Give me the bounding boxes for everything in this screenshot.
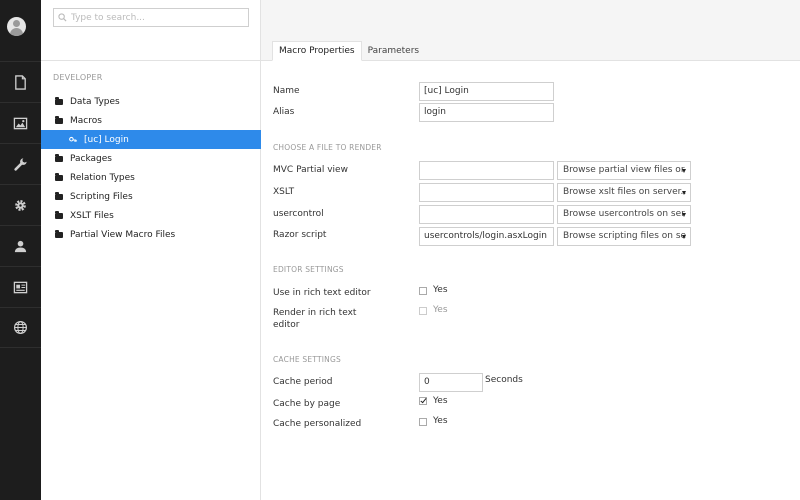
avatar-body [10,28,23,36]
folder-icon [55,115,63,124]
tree-item-partial-view-macro-files[interactable]: Partial View Macro Files [41,225,261,244]
tree-panel: DEVELOPER Data Types Macros [uc] Login P… [41,0,261,500]
tree-item-xslt-files[interactable]: XSLT Files [41,206,261,225]
xslt-input[interactable] [419,183,554,202]
folder-icon [55,96,63,105]
razor-script-input[interactable]: usercontrols/login.asxLogin [419,227,554,246]
tree-item-uc-login[interactable]: [uc] Login [41,130,261,149]
caret-down-icon [682,191,686,195]
xslt-select[interactable]: Browse xslt files on server.. [557,183,691,202]
cache-period-input[interactable]: 0 [419,373,483,392]
render-rte-label-line2: editor [273,320,300,330]
use-rich-text-editor-label: Use in rich text editor [273,288,371,298]
alias-input[interactable]: login [419,103,554,122]
razor-script-label: Razor script [273,230,327,240]
section-translation[interactable] [0,307,41,348]
tree-item-macros[interactable]: Macros [41,111,261,130]
cache-personalized-option: Yes [433,416,448,426]
select-value: Browse scripting files on se [563,231,687,241]
content-icon [15,74,26,90]
tree-section-label: DEVELOPER [53,73,103,82]
tree-list: Data Types Macros [uc] Login Packages Re… [41,92,261,244]
folder-icon [55,229,63,238]
cache-period-unit: Seconds [485,375,523,385]
media-icon [13,117,28,129]
cache-by-page-label: Cache by page [273,399,341,409]
cache-settings-section-label: CACHE SETTINGS [273,355,341,364]
section-developer[interactable] [0,184,41,225]
usercontrol-label: usercontrol [273,209,324,219]
cache-personalized-label: Cache personalized [273,419,362,429]
tree-item-label: XSLT Files [70,210,114,221]
cache-by-page-checkbox[interactable] [419,397,427,405]
folder-icon [55,172,63,181]
avatar-head [13,20,20,27]
tree-item-label: [uc] Login [84,134,129,145]
search-box[interactable] [53,8,249,27]
search-input[interactable] [71,12,241,23]
caret-down-icon [682,213,686,217]
editor-header: Macro Properties Parameters [261,0,800,61]
select-value: Browse partial view files or [563,165,685,175]
render-rich-text-editor-option: Yes [433,305,448,315]
section-settings[interactable] [0,143,41,184]
tab-macro-properties[interactable]: Macro Properties [272,41,362,61]
search-icon [58,13,67,22]
section-members[interactable] [0,266,41,307]
usercontrol-input[interactable] [419,205,554,224]
tree-search-area [41,0,260,61]
translation-globe-icon [13,320,28,335]
mvc-partial-view-select[interactable]: Browse partial view files or [557,161,691,180]
name-label: Name [273,86,300,96]
tab-bar: Macro Properties Parameters [272,41,425,61]
section-content[interactable] [0,61,41,102]
folder-icon [55,210,63,219]
choose-file-section-label: CHOOSE A FILE TO RENDER [273,143,382,152]
xslt-label: XSLT [273,187,295,197]
select-value: Browse usercontrols on ser [563,209,685,219]
tree-item-label: Macros [70,115,102,126]
user-avatar[interactable] [7,17,26,36]
tree-item-packages[interactable]: Packages [41,149,261,168]
tree-item-data-types[interactable]: Data Types [41,92,261,111]
folder-icon [55,191,63,200]
use-rich-text-editor-checkbox[interactable] [419,287,427,295]
render-rte-label-line1: Render in rich text [273,308,357,318]
name-input[interactable]: [uc] Login [419,82,554,101]
app-sections-bar [0,0,41,500]
settings-wrench-icon [14,157,27,171]
tree-item-label: Partial View Macro Files [70,229,176,240]
tab-parameters[interactable]: Parameters [362,41,426,61]
alias-label: Alias [273,107,295,117]
mvc-partial-view-input[interactable] [419,161,554,180]
editor-settings-section-label: EDITOR SETTINGS [273,265,344,274]
mvc-partial-view-label: MVC Partial view [273,165,348,175]
tree-item-relation-types[interactable]: Relation Types [41,168,261,187]
section-media[interactable] [0,102,41,143]
use-rich-text-editor-option: Yes [433,285,448,295]
cache-personalized-checkbox[interactable] [419,418,427,426]
tree-item-label: Packages [70,153,112,164]
razor-script-select[interactable]: Browse scripting files on se [557,227,691,246]
macro-key-icon [69,136,77,144]
tree-item-label: Scripting Files [70,191,133,202]
users-icon [14,240,27,252]
cache-by-page-option: Yes [433,396,448,406]
render-rich-text-editor-label: Render in rich text editor [273,307,356,331]
select-value: Browse xslt files on server.. [563,187,687,197]
section-users[interactable] [0,225,41,266]
render-rich-text-editor-checkbox[interactable] [419,307,427,315]
tree-item-scripting-files[interactable]: Scripting Files [41,187,261,206]
caret-down-icon [682,235,686,239]
caret-down-icon [682,169,686,173]
usercontrol-select[interactable]: Browse usercontrols on ser [557,205,691,224]
members-icon [13,281,28,293]
tree-item-label: Relation Types [70,172,135,183]
editor-panel: Macro Properties Parameters Name [uc] Lo… [261,0,800,500]
developer-gear-icon [15,199,26,211]
tree-item-label: Data Types [70,96,120,107]
folder-icon [55,153,63,162]
cache-period-label: Cache period [273,377,333,387]
